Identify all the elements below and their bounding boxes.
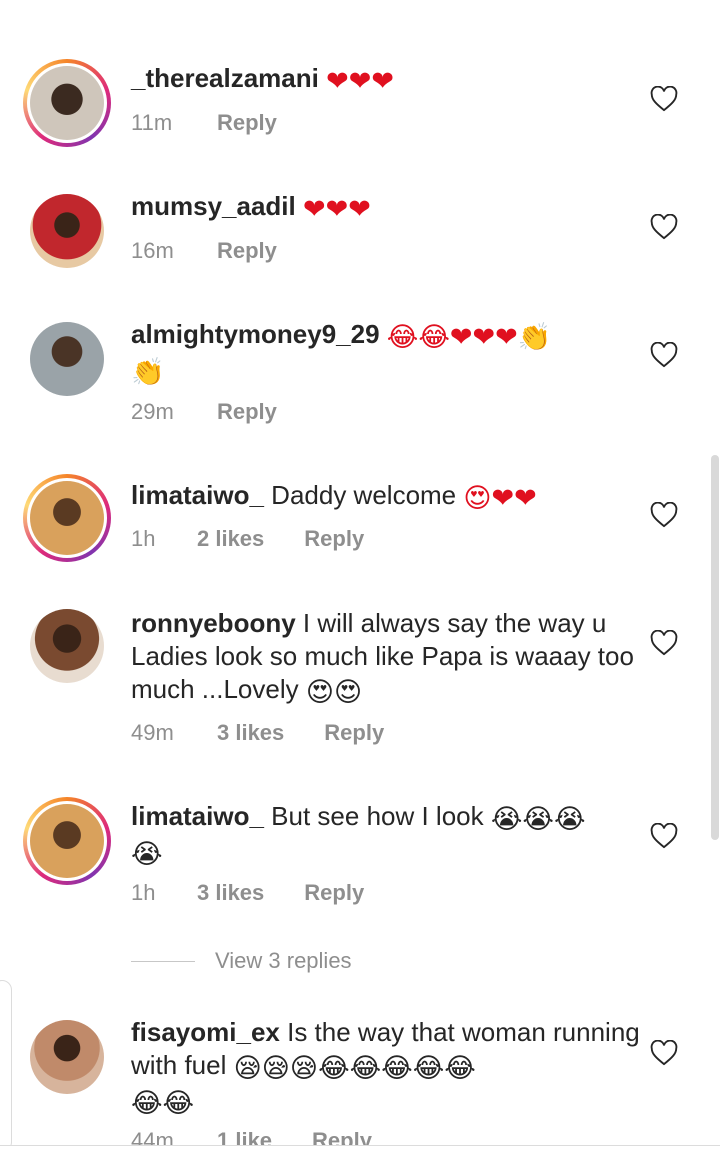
comment-username[interactable]: limataiwo_ xyxy=(131,480,264,510)
comment-username[interactable]: limataiwo_ xyxy=(131,801,264,831)
view-replies-divider xyxy=(131,960,195,962)
comment-username[interactable]: _therealzamani xyxy=(131,63,319,93)
comment-text: ronnyeboony I will always say the way u … xyxy=(131,607,641,708)
comment-time: 11m xyxy=(131,110,173,135)
reply-button[interactable]: Reply xyxy=(217,399,277,425)
comment-meta: 1h 3 likes Reply xyxy=(131,880,364,906)
reply-button[interactable]: Reply xyxy=(324,720,384,746)
heart-emoji: ❤❤❤ xyxy=(302,194,371,225)
like-heart-icon[interactable] xyxy=(650,214,678,240)
comment-time: 1h xyxy=(131,880,156,905)
avatar[interactable] xyxy=(30,322,104,396)
comment-text: _therealzamani ❤❤❤ xyxy=(131,62,641,97)
comment-time: 29m xyxy=(131,399,174,424)
avatar[interactable] xyxy=(30,1020,104,1094)
comment-time: 16m xyxy=(131,238,174,263)
reply-button[interactable]: Reply xyxy=(304,526,364,552)
comment-time: 49m xyxy=(131,720,174,745)
reply-button[interactable]: Reply xyxy=(217,238,277,264)
reply-button[interactable]: Reply xyxy=(217,110,277,136)
comment-meta: 49m 3 likes Reply xyxy=(131,720,384,746)
emoji-run: 😭😭😭 xyxy=(490,804,586,835)
like-heart-icon[interactable] xyxy=(650,630,678,656)
comment-text: limataiwo_ But see how I look 😭😭😭 😭 xyxy=(131,800,641,870)
like-heart-icon[interactable] xyxy=(650,1040,678,1066)
view-replies-label: View 3 replies xyxy=(215,948,352,973)
emoji-run: 😍❤❤ xyxy=(463,483,537,514)
avatar[interactable] xyxy=(23,59,111,147)
avatar[interactable] xyxy=(30,609,104,683)
comment-text: almightymoney9_29 😂😂❤❤❤👏 👏 xyxy=(131,318,641,388)
laughing-emoji: 😂😂 xyxy=(131,1088,195,1119)
like-heart-icon[interactable] xyxy=(650,86,678,112)
likes-count[interactable]: 3 likes xyxy=(217,720,284,746)
comment-meta: 11m Reply xyxy=(131,110,277,136)
emoji-run: 😍😍 xyxy=(305,677,363,708)
likes-count[interactable]: 2 likes xyxy=(197,526,264,552)
emoji-run: 😂😂❤❤❤👏 xyxy=(386,322,552,353)
comment-username[interactable]: mumsy_aadil xyxy=(131,191,296,221)
comment-text: limataiwo_ Daddy welcome 😍❤❤ xyxy=(131,479,641,514)
avatar[interactable] xyxy=(23,797,111,885)
comment-text: fisayomi_ex Is the way that woman runnin… xyxy=(131,1016,641,1119)
comment-body: But see how I look xyxy=(271,801,484,831)
likes-count[interactable]: 3 likes xyxy=(197,880,264,906)
bottom-bar xyxy=(0,1145,720,1162)
comment-time: 1h xyxy=(131,526,156,551)
comment-username[interactable]: ronnyeboony xyxy=(131,608,296,638)
avatar[interactable] xyxy=(30,194,104,268)
like-heart-icon[interactable] xyxy=(650,502,678,528)
heart-emoji: ❤❤❤ xyxy=(326,66,394,97)
comment-username[interactable]: almightymoney9_29 xyxy=(131,319,380,349)
avatar[interactable] xyxy=(23,474,111,562)
like-heart-icon[interactable] xyxy=(650,823,678,849)
emoji-run: 😪😪😪😂😂😂😂😂 xyxy=(233,1053,476,1084)
comment-meta: 16m Reply xyxy=(131,238,277,264)
comment-meta: 29m Reply xyxy=(131,399,277,425)
comment-username[interactable]: fisayomi_ex xyxy=(131,1017,280,1047)
comment-text: mumsy_aadil ❤❤❤ xyxy=(131,190,641,225)
comment-body: Daddy welcome xyxy=(271,480,457,510)
view-replies-button[interactable]: View 3 replies xyxy=(131,948,352,974)
crying-emoji: 😭 xyxy=(131,839,163,870)
reply-button[interactable]: Reply xyxy=(304,880,364,906)
clap-emoji: 👏 xyxy=(131,357,165,388)
scrollbar[interactable] xyxy=(711,455,719,840)
like-heart-icon[interactable] xyxy=(650,342,678,368)
edge-panel xyxy=(0,980,12,1152)
comment-meta: 1h 2 likes Reply xyxy=(131,526,364,552)
